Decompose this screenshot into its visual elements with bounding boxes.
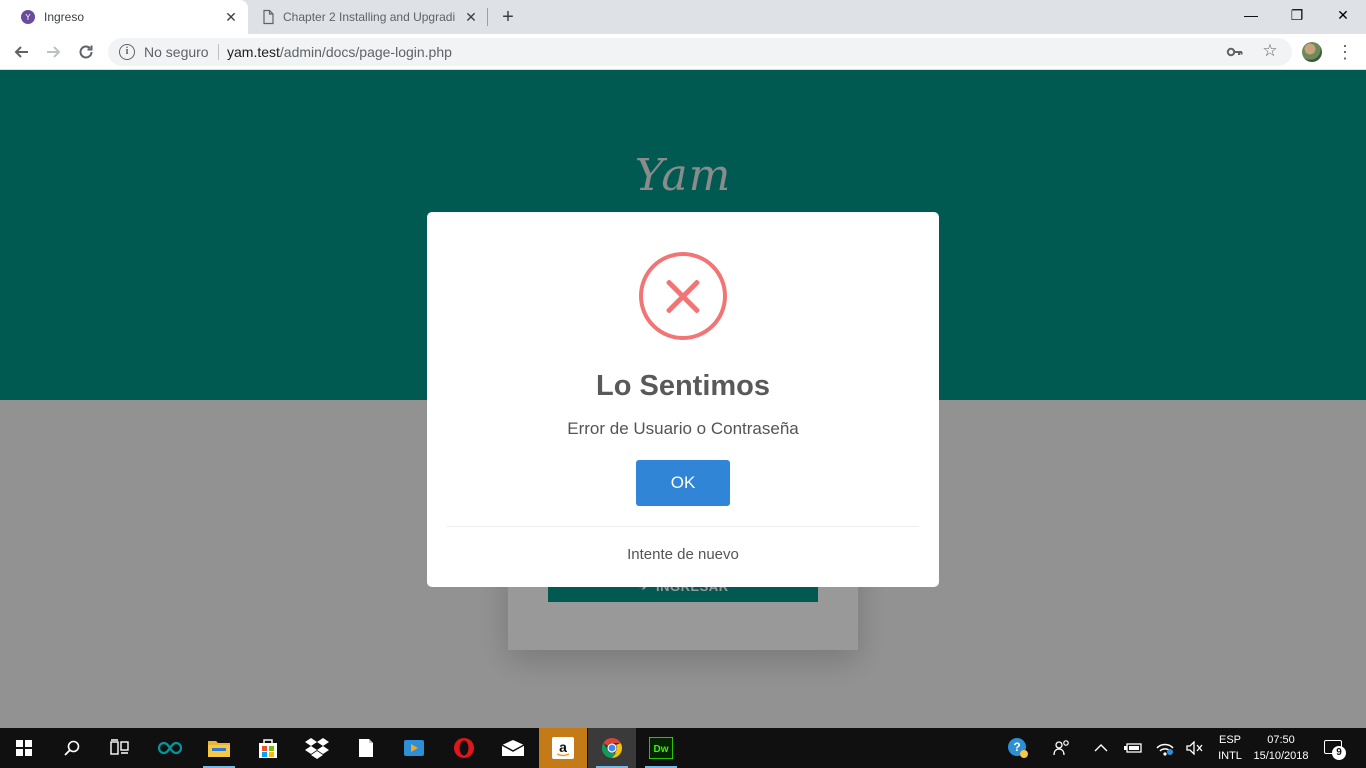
- mail-icon: [501, 740, 525, 756]
- tab-title: Ingreso: [44, 10, 85, 24]
- dialog-title: Lo Sentimos: [595, 370, 770, 402]
- url-host: yam.test: [227, 44, 280, 60]
- tab-ingreso[interactable]: Y Ingreso ✕: [0, 0, 248, 34]
- new-tab-button[interactable]: +: [498, 7, 518, 27]
- chrome-app[interactable]: [588, 728, 636, 768]
- folder-icon: [208, 741, 230, 757]
- profile-avatar[interactable]: [1302, 42, 1322, 62]
- help-tray-icon[interactable]: ?: [1002, 728, 1034, 768]
- document-icon: [263, 9, 274, 25]
- error-dialog: Lo Sentimos Error de Usuario o Contraseñ…: [427, 212, 939, 587]
- svg-text:Y: Y: [25, 13, 31, 22]
- svg-text:Dw: Dw: [654, 744, 669, 755]
- back-button[interactable]: [9, 40, 33, 64]
- tab-chapter-2[interactable]: Chapter 2 Installing and Upgradi ✕: [248, 0, 488, 34]
- opera-icon: [454, 738, 474, 758]
- svg-text:?: ?: [1013, 740, 1020, 754]
- omnibox-divider: [218, 44, 219, 60]
- store-bag-icon: [259, 739, 277, 758]
- url-path: /admin/docs/page-login.php: [279, 44, 452, 60]
- dreamweaver-icon: Dw: [649, 737, 673, 759]
- forward-button[interactable]: [42, 40, 66, 64]
- dialog-message: Error de Usuario o Contraseña: [567, 419, 799, 438]
- windows-logo-icon: [16, 740, 32, 756]
- dreamweaver-app[interactable]: Dw: [637, 728, 685, 768]
- close-window-button[interactable]: ✕: [1320, 0, 1366, 30]
- clock[interactable]: 07:50 15/10/2018: [1250, 732, 1312, 764]
- search-icon: [64, 740, 80, 756]
- language-code: ESP: [1218, 734, 1241, 746]
- infinity-icon: [157, 741, 183, 755]
- address-bar[interactable]: i No seguro yam.test/admin/docs/page-log…: [108, 38, 1292, 66]
- clock-date: 15/10/2018: [1253, 750, 1309, 762]
- document-icon: [359, 739, 373, 757]
- restore-button[interactable]: ❐: [1274, 0, 1320, 30]
- dropbox-app[interactable]: [293, 728, 341, 768]
- volume-muted-icon[interactable]: [1182, 728, 1208, 768]
- input-language[interactable]: ESP INTL: [1212, 732, 1248, 764]
- tab-title: Chapter 2 Installing and Upgradi: [283, 10, 456, 24]
- close-tab-icon[interactable]: ✕: [463, 9, 479, 25]
- task-view-button[interactable]: [96, 728, 144, 768]
- tab-separator: [487, 8, 488, 26]
- key-icon[interactable]: [1226, 43, 1244, 61]
- url-text[interactable]: yam.test/admin/docs/page-login.php: [227, 44, 452, 60]
- reload-button[interactable]: [74, 40, 98, 64]
- show-hidden-icons-chevron-up-icon[interactable]: [1088, 728, 1114, 768]
- site-favicon-icon: Y: [21, 10, 35, 24]
- action-center-button[interactable]: 9: [1322, 738, 1346, 760]
- battery-icon[interactable]: [1120, 728, 1146, 768]
- chrome-icon: [602, 738, 622, 758]
- security-label[interactable]: No seguro: [144, 44, 209, 60]
- search-button[interactable]: [48, 728, 96, 768]
- people-icon[interactable]: [1046, 728, 1078, 768]
- notepad-app[interactable]: [342, 728, 390, 768]
- dialog-divider: [447, 526, 919, 527]
- ok-button[interactable]: OK: [636, 460, 730, 506]
- amazon-icon: a: [552, 737, 574, 759]
- minimize-button[interactable]: —: [1228, 0, 1274, 30]
- page-viewport: Yam ➔ INGRESAR Lo Sentimos Error de Usua…: [0, 70, 1366, 728]
- reload-icon: [79, 45, 93, 59]
- arrow-left-icon: [14, 46, 28, 58]
- opera-app[interactable]: [440, 728, 488, 768]
- task-view-icon: [110, 739, 129, 755]
- info-icon[interactable]: i: [119, 44, 135, 60]
- dialog-footer: Intente de nuevo: [627, 546, 739, 563]
- notification-count: 9: [1332, 746, 1346, 760]
- amazon-app[interactable]: a: [539, 728, 587, 768]
- browser-menu-icon[interactable]: ⋮: [1336, 40, 1354, 64]
- arduino-app[interactable]: [146, 728, 194, 768]
- media-player-icon: [404, 740, 424, 756]
- arrow-right-icon: [47, 46, 61, 58]
- close-tab-icon[interactable]: ✕: [223, 9, 239, 25]
- error-x-icon: [639, 252, 727, 340]
- microsoft-store-app[interactable]: [244, 728, 292, 768]
- windows-taskbar: a Dw ? ESP INTL 07:50 15/10/2018 9: [0, 728, 1366, 768]
- network-icon[interactable]: [1150, 728, 1180, 768]
- dropbox-icon: [305, 738, 329, 759]
- media-player-app[interactable]: [390, 728, 438, 768]
- clock-time: 07:50: [1267, 734, 1295, 746]
- browser-tabbar: Y Ingreso ✕ Chapter 2 Installing and Upg…: [0, 0, 1366, 34]
- bookmark-star-icon[interactable]: ☆: [1260, 41, 1280, 61]
- svg-text:a: a: [559, 739, 567, 755]
- mail-app[interactable]: [489, 728, 537, 768]
- browser-toolbar: i No seguro yam.test/admin/docs/page-log…: [0, 34, 1366, 70]
- file-explorer-app[interactable]: [195, 728, 243, 768]
- keyboard-layout: INTL: [1218, 750, 1242, 762]
- start-button[interactable]: [0, 728, 48, 768]
